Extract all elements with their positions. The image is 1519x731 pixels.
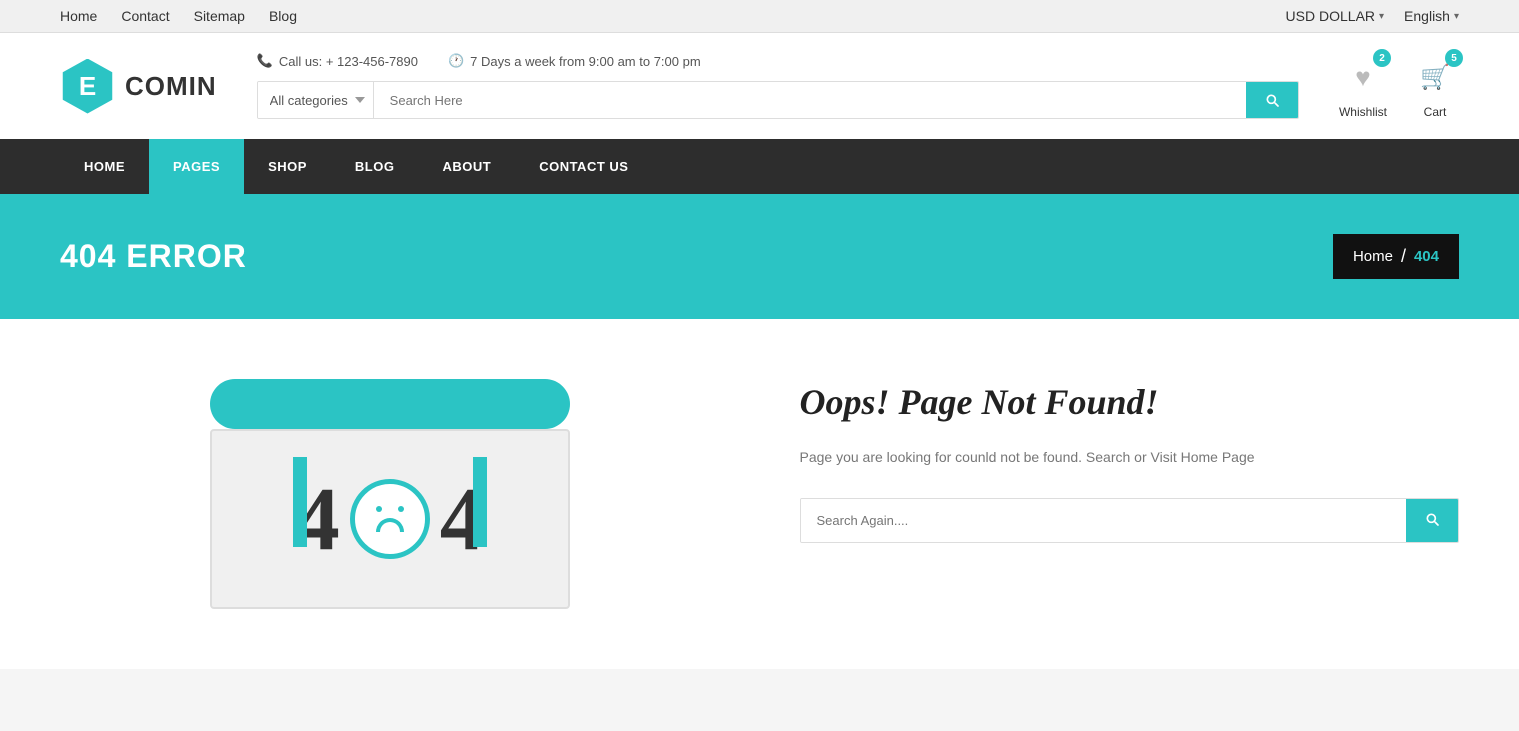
wishlist-button[interactable]: 2 ♥ Whishlist	[1339, 53, 1387, 119]
hours-label: 7 Days a week from 9:00 am to 7:00 pm	[470, 54, 701, 69]
search-input[interactable]	[374, 82, 1246, 118]
header: E COMIN 📞 Call us: + 123-456-7890 🕐 7 Da…	[0, 33, 1519, 139]
smiley-eyes	[376, 506, 404, 512]
search-again-button[interactable]	[1406, 499, 1458, 542]
nav-about[interactable]: ABOUT	[418, 139, 515, 194]
smiley-face-icon	[350, 479, 430, 559]
phone-label: Call us: + 123-456-7890	[279, 54, 418, 69]
nav-contact-us[interactable]: CONTACT US	[515, 139, 652, 194]
cart-icon-circle: 5 🛒	[1411, 53, 1459, 101]
badge-wishlist: 2	[1373, 49, 1391, 67]
breadcrumb-current: 404	[1414, 248, 1439, 265]
badge-cart: 5	[1445, 49, 1463, 67]
page-banner: 404 ERROR Home / 404	[0, 194, 1519, 319]
phone-icon: 📞	[257, 53, 273, 69]
error-content: Oops! Page Not Found! Page you are looki…	[800, 379, 1460, 609]
topbar-home-link[interactable]: Home	[60, 8, 97, 24]
category-select[interactable]: All categories Electronics Fashion Home …	[258, 82, 374, 118]
topbar-sitemap-link[interactable]: Sitemap	[194, 8, 245, 24]
error-heading: Oops! Page Not Found!	[800, 379, 1460, 426]
clock-icon: 🕐	[448, 53, 464, 69]
nav-blog[interactable]: BLOG	[331, 139, 419, 194]
search-button[interactable]	[1246, 82, 1298, 118]
top-bar: Home Contact Sitemap Blog USD DOLLAR ▾ E…	[0, 0, 1519, 33]
search-again-input[interactable]	[801, 499, 1407, 542]
screen-leg-right	[473, 457, 487, 547]
header-center: 📞 Call us: + 123-456-7890 🕐 7 Days a wee…	[217, 53, 1339, 119]
wishlist-label: Whishlist	[1339, 105, 1387, 119]
currency-chevron-icon: ▾	[1379, 11, 1384, 22]
logo-name: COMIN	[125, 71, 217, 102]
top-bar-selectors: USD DOLLAR ▾ English ▾	[1286, 8, 1459, 24]
breadcrumb-separator: /	[1401, 246, 1406, 267]
language-chevron-icon: ▾	[1454, 11, 1459, 22]
topbar-contact-link[interactable]: Contact	[121, 8, 169, 24]
header-contact: 📞 Call us: + 123-456-7890 🕐 7 Days a wee…	[257, 53, 1299, 69]
language-selector[interactable]: English ▾	[1404, 8, 1459, 24]
top-bar-nav: Home Contact Sitemap Blog	[60, 8, 297, 24]
cart-button[interactable]: 5 🛒 Cart	[1411, 53, 1459, 119]
currency-selector[interactable]: USD DOLLAR ▾	[1286, 8, 1385, 24]
smiley-mouth	[376, 518, 404, 532]
nav-home[interactable]: HOME	[60, 139, 149, 194]
error-description: Page you are looking for counld not be f…	[800, 446, 1460, 468]
smiley-eye-left	[376, 506, 382, 512]
breadcrumb: Home / 404	[1333, 234, 1459, 279]
cart-label: Cart	[1424, 105, 1447, 119]
banner-title: 404 ERROR	[60, 238, 247, 275]
logo[interactable]: E COMIN	[60, 59, 217, 114]
cart-icon: 🛒	[1420, 63, 1450, 92]
breadcrumb-home-link[interactable]: Home	[1353, 248, 1393, 265]
nav-pages[interactable]: PAGES	[149, 139, 244, 194]
heart-icon: ♥	[1355, 62, 1370, 93]
main-nav: HOME PAGES SHOP BLOG ABOUT CONTACT US	[0, 139, 1519, 194]
error-screen: 4 4	[210, 379, 570, 609]
phone-info: 📞 Call us: + 123-456-7890	[257, 53, 418, 69]
wishlist-icon-circle: 2 ♥	[1339, 53, 1387, 101]
smiley-eye-right	[398, 506, 404, 512]
logo-letter: E	[79, 71, 96, 102]
search-again-bar	[800, 498, 1460, 543]
currency-label: USD DOLLAR	[1286, 8, 1375, 24]
nav-shop[interactable]: SHOP	[244, 139, 331, 194]
topbar-blog-link[interactable]: Blog	[269, 8, 297, 24]
language-label: English	[1404, 8, 1450, 24]
header-right: 2 ♥ Whishlist 5 🛒 Cart	[1339, 53, 1459, 119]
screen-top-bar	[210, 379, 570, 429]
logo-hex: E	[60, 59, 115, 114]
hours-info: 🕐 7 Days a week from 9:00 am to 7:00 pm	[448, 53, 701, 69]
main-content: 4 4 Oops! Page Not Found! Page yo	[0, 319, 1519, 669]
error-illustration: 4 4	[60, 379, 720, 609]
screen-leg-left	[293, 457, 307, 547]
search-bar: All categories Electronics Fashion Home …	[257, 81, 1299, 119]
